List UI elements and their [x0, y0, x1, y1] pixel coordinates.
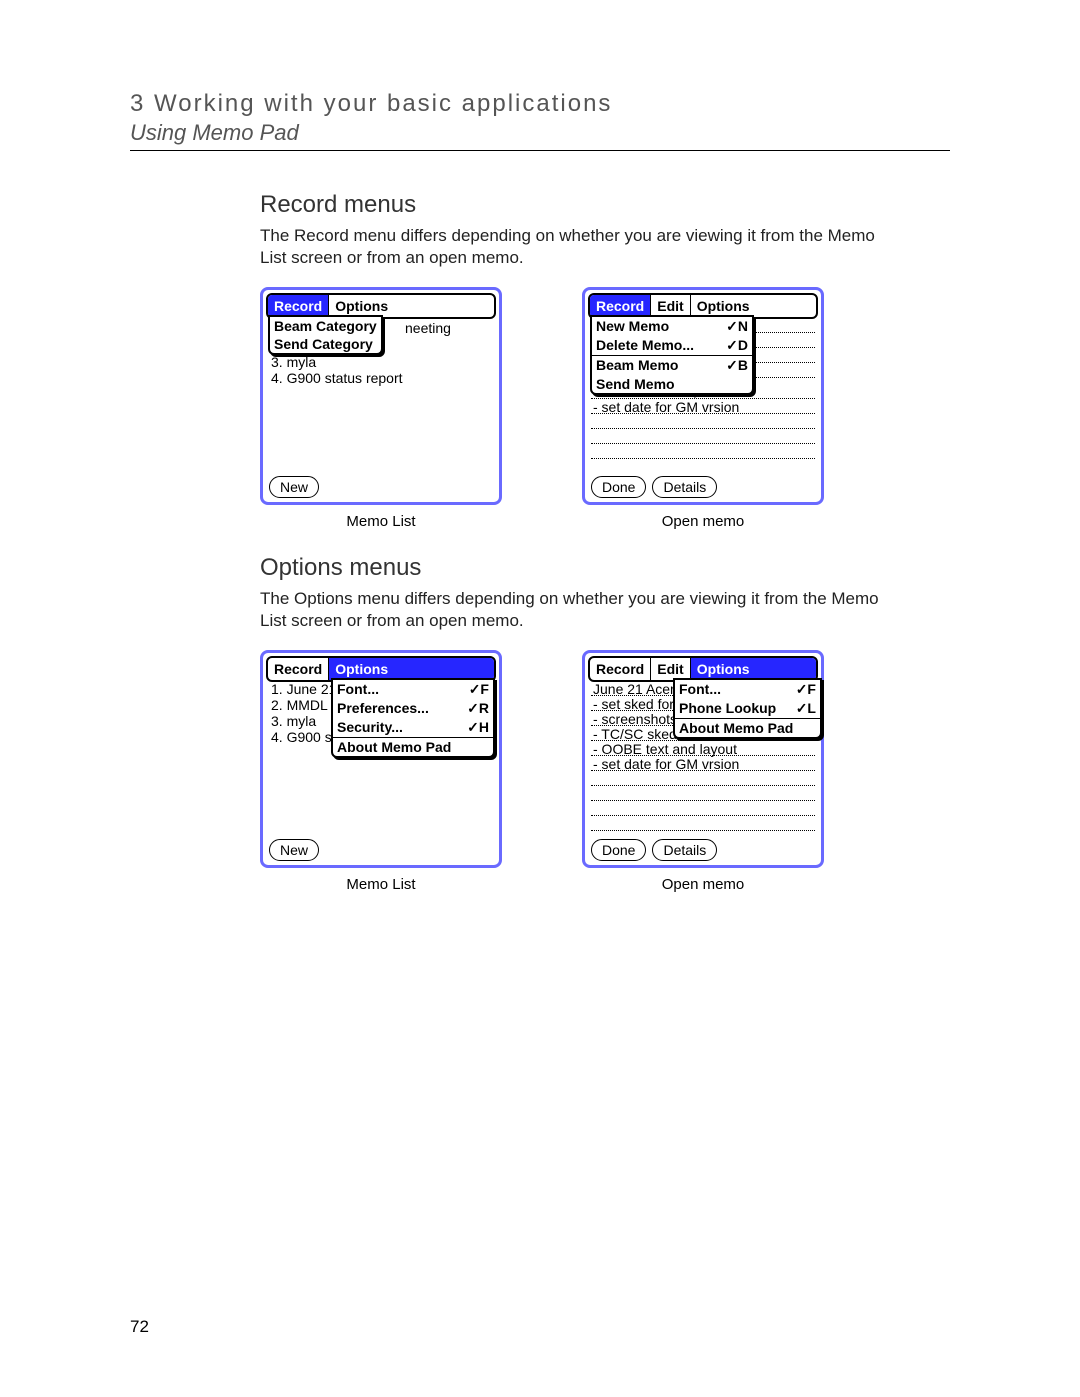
menu-record[interactable]: Record: [268, 658, 329, 680]
caption: Memo List: [346, 876, 415, 893]
new-button[interactable]: New: [269, 839, 319, 861]
dropdown-options-open[interactable]: Font... ✓F Phone Lookup ✓L About Memo Pa…: [673, 678, 822, 739]
memo-line: - set date for GM vrsion: [591, 756, 815, 771]
menu-options[interactable]: Options: [329, 658, 494, 680]
menu-options[interactable]: Options: [691, 658, 816, 680]
manual-page: 3 Working with your basic applications U…: [0, 0, 1080, 1397]
section-heading-options: Options menus: [260, 554, 950, 582]
shortcut: ✓R: [467, 700, 489, 717]
button-row: New: [269, 839, 319, 861]
button-row: New: [269, 476, 319, 498]
list-item: 3. myla: [269, 354, 493, 370]
memo-line: - OOBE text and layout: [591, 741, 815, 756]
details-button[interactable]: Details: [652, 476, 717, 498]
button-row: Done Details: [591, 476, 717, 498]
menu-options[interactable]: Options: [691, 295, 816, 317]
palm-screen: Record Options neeting Beam Category Sen…: [260, 287, 502, 505]
dotted-line: [591, 414, 815, 429]
caption: Memo List: [346, 513, 415, 530]
dotted-line: [591, 444, 815, 459]
menu-item[interactable]: Send Category: [270, 335, 381, 353]
menu-options[interactable]: Options: [329, 295, 494, 317]
menu-item[interactable]: Font... ✓F: [333, 680, 493, 699]
chapter-title: 3 Working with your basic applications: [130, 90, 950, 118]
palm-screen: Record Options 1. June 21 2. MMDL 3. myl…: [260, 650, 502, 868]
dotted-line: [591, 801, 815, 816]
shortcut: ✓B: [726, 357, 748, 374]
chapter-subtitle: Using Memo Pad: [130, 120, 950, 146]
menu-item[interactable]: Beam Category: [270, 317, 381, 335]
section-para-record: The Record menu differs depending on whe…: [260, 225, 900, 269]
menu-item[interactable]: New Memo ✓N: [592, 317, 752, 336]
section-heading-record: Record menus: [260, 191, 950, 219]
dotted-line: [591, 771, 815, 786]
menu-item[interactable]: Preferences... ✓R: [333, 699, 493, 718]
done-button[interactable]: Done: [591, 476, 646, 498]
memo-line: - set date for GM vrsion: [591, 399, 815, 414]
dotted-line: [591, 786, 815, 801]
dotted-line: [755, 318, 815, 333]
menu-item[interactable]: Font... ✓F: [675, 680, 820, 699]
memo-body: - OOBE text and layout - set date for GM…: [591, 384, 815, 472]
dotted-line: [591, 459, 815, 472]
palm-screen: Record Edit Options June 21 Acer - set s…: [582, 650, 824, 868]
dropdown-record-open[interactable]: New Memo ✓N Delete Memo... ✓D Beam Memo …: [590, 315, 754, 395]
content-area: Record menus The Record menu differs dep…: [260, 191, 950, 893]
shortcut: ✓F: [469, 681, 489, 698]
menu-item[interactable]: Beam Memo ✓B: [592, 355, 752, 375]
palm-screen: Record Edit Options New Memo ✓N Delete M…: [582, 287, 824, 505]
menu-item[interactable]: Delete Memo... ✓D: [592, 336, 752, 355]
caption: Open memo: [662, 876, 745, 893]
screenshot-row-options: Record Options 1. June 21 2. MMDL 3. myl…: [260, 650, 950, 893]
menu-item[interactable]: Security... ✓H: [333, 718, 493, 737]
page-number: 72: [130, 1317, 149, 1337]
menu-record[interactable]: Record: [590, 658, 651, 680]
screenshot-row-record: Record Options neeting Beam Category Sen…: [260, 287, 950, 530]
shot-record-openmemo: Record Edit Options New Memo ✓N Delete M…: [582, 287, 824, 530]
shortcut: ✓D: [726, 337, 748, 354]
header-rule: [130, 150, 950, 151]
menu-record[interactable]: Record: [590, 295, 651, 317]
shot-record-memolist: Record Options neeting Beam Category Sen…: [260, 287, 502, 530]
shortcut: ✓H: [467, 719, 489, 736]
caption: Open memo: [662, 513, 745, 530]
new-button[interactable]: New: [269, 476, 319, 498]
bg-fragment: neeting: [405, 320, 451, 336]
menu-record[interactable]: Record: [268, 295, 329, 317]
memo-list-bg: 3. myla 4. G900 status report: [269, 354, 493, 472]
dropdown-record-list[interactable]: Beam Category Send Category: [268, 315, 383, 355]
shortcut: ✓F: [796, 681, 816, 698]
menu-edit[interactable]: Edit: [651, 295, 690, 317]
dotted-line: [755, 348, 815, 363]
shot-options-memolist: Record Options 1. June 21 2. MMDL 3. myl…: [260, 650, 502, 893]
menu-item[interactable]: Send Memo: [592, 375, 752, 393]
menu-edit[interactable]: Edit: [651, 658, 690, 680]
dotted-line: [755, 363, 815, 378]
dotted-line: [755, 333, 815, 348]
button-row: Done Details: [591, 839, 717, 861]
done-button[interactable]: Done: [591, 839, 646, 861]
shortcut: ✓L: [796, 700, 816, 717]
list-item: 4. G900 status report: [269, 370, 493, 386]
shot-options-openmemo: Record Edit Options June 21 Acer - set s…: [582, 650, 824, 893]
menu-item[interactable]: Phone Lookup ✓L: [675, 699, 820, 718]
dotted-line: [591, 429, 815, 444]
page-header: 3 Working with your basic applications U…: [130, 90, 950, 151]
dropdown-options-list[interactable]: Font... ✓F Preferences... ✓R Security...…: [331, 678, 495, 758]
section-para-options: The Options menu differs depending on wh…: [260, 588, 900, 632]
menu-item[interactable]: About Memo Pad: [333, 737, 493, 756]
menu-item[interactable]: About Memo Pad: [675, 718, 820, 737]
dotted-line: [591, 816, 815, 831]
shortcut: ✓N: [726, 318, 748, 335]
details-button[interactable]: Details: [652, 839, 717, 861]
